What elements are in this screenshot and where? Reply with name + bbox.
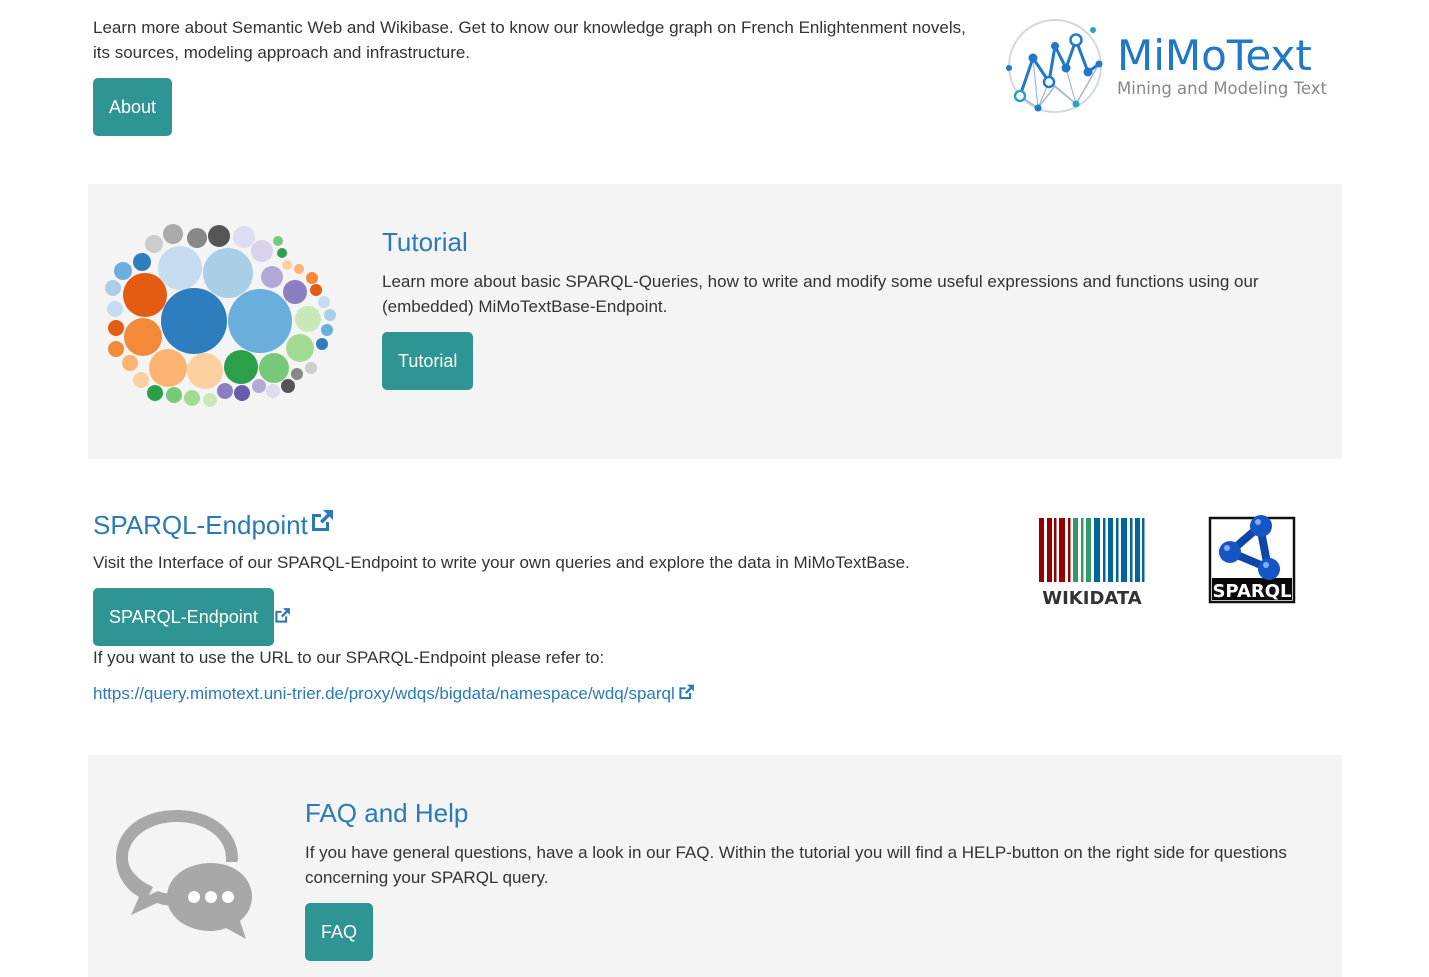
network-logo-icon (1006, 19, 1103, 113)
faq-panel: FAQ and Help If you have general questio… (88, 755, 1342, 977)
about-text: Learn more about Semantic Web and Wikiba… (93, 18, 966, 62)
sparql-url-link[interactable]: https://query.mimotext.uni-trier.de/prox… (93, 684, 675, 703)
about-button[interactable]: About (93, 78, 173, 136)
tutorial-text: Learn more about basic SPARQL-Queries, h… (382, 272, 1259, 316)
faq-text: If you have general questions, have a lo… (305, 843, 1287, 887)
sparql-logo-label: SPARQL (1212, 581, 1291, 602)
external-link-icon (311, 510, 333, 531)
sparql-endpoint-text: Visit the Interface of our SPARQL-Endpoi… (93, 553, 910, 572)
faq-title: FAQ and Help (305, 798, 469, 828)
tutorial-panel: Tutorial Learn more about basic SPARQL-Q… (88, 184, 1342, 459)
sparql-url-note: If you want to use the URL to our SPARQL… (93, 648, 605, 667)
wikidata-logo: WIKIDATA (1039, 518, 1145, 608)
wikidata-label: WIKIDATA (1042, 588, 1142, 608)
chat-bubbles-icon (116, 810, 252, 939)
sparql-endpoint-title-link[interactable]: SPARQL-Endpoint (93, 510, 336, 540)
external-link-icon[interactable] (678, 683, 696, 700)
sparql-logo: SPARQL (1208, 515, 1296, 604)
external-link-icon[interactable] (274, 606, 292, 624)
sparql-endpoint-title[interactable]: SPARQL-Endpoint (93, 508, 336, 541)
tutorial-button[interactable]: Tutorial (382, 332, 474, 390)
faq-button[interactable]: FAQ (305, 903, 374, 961)
sparql-endpoint-button[interactable]: SPARQL-Endpoint (93, 588, 274, 646)
sparql-url-row[interactable]: https://query.mimotext.uni-trier.de/prox… (93, 682, 696, 707)
logo-name: MiMoText (1117, 31, 1312, 80)
tutorial-title: Tutorial (382, 227, 468, 257)
mimotext-logo: MiMoText Mining and Modeling Text (1003, 16, 1343, 116)
logo-tagline: Mining and Modeling Text (1117, 79, 1328, 98)
sparql-endpoint-title-text: SPARQL-Endpoint (93, 510, 308, 540)
bubble-chart-image (105, 224, 336, 407)
